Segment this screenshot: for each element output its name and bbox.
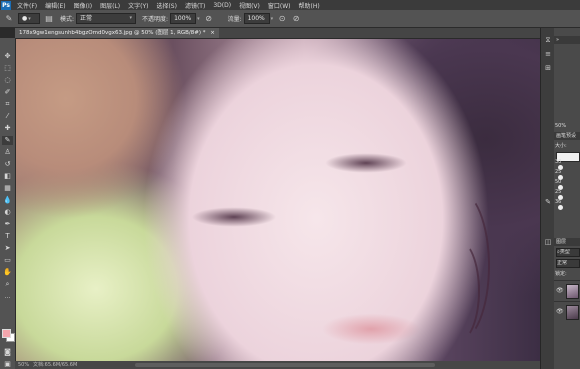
mode-label: 模式: (60, 16, 75, 23)
airbrush-icon[interactable]: ⊙ (277, 14, 287, 24)
layer-thumbnail (566, 284, 579, 299)
flow-label: 流量: (227, 16, 242, 23)
right-panels: » 50% 画笔预设 大小: 30 25 50 25 36 图层 ⌕类型 正常 … (554, 28, 580, 369)
navigator-header: » (554, 36, 580, 44)
properties-icon[interactable]: ≡ (543, 50, 553, 59)
panel-collapse-icon[interactable]: » (556, 36, 559, 44)
opacity-dropdown-icon[interactable]: ▾ (197, 16, 200, 22)
horizontal-scrollbar[interactable] (135, 363, 435, 367)
lock-label: 锁定: (555, 271, 567, 277)
hair-strand (436, 239, 480, 343)
menu-view[interactable]: 视图(V) (235, 1, 264, 10)
gradient-icon[interactable]: ▦ (2, 184, 13, 193)
type-icon[interactable]: T (2, 232, 13, 241)
swatches-icon[interactable]: ⊞ (543, 64, 553, 73)
menu-filter[interactable]: 滤镜(T) (181, 1, 209, 10)
panel-icon-strip: ⧖ ≡ ⊞ ✎ ◫ (540, 28, 555, 369)
opacity-input[interactable]: 100% (170, 13, 197, 24)
tools-panel: ✥ ⬚ ◌ ✐ ⌗ ⁄ ✚ ✎ ♙ ↺ ◧ ▦ 💧 ◐ ✒ T ➤ ▭ ✋ ⌕ … (0, 38, 16, 369)
flow-input[interactable]: 100% (243, 13, 270, 24)
layer-thumbnail (566, 305, 579, 320)
clone-stamp-icon[interactable]: ♙ (2, 148, 13, 157)
more-tools-icon[interactable]: ··· (2, 294, 13, 303)
menu-file[interactable]: 文件(F) (13, 1, 41, 10)
lasso-icon[interactable]: ◌ (2, 76, 13, 85)
navigator-zoom: 50% (555, 123, 567, 129)
shape-icon[interactable]: ▭ (2, 256, 13, 265)
opacity-label: 不透明度: (142, 16, 169, 23)
pen-icon[interactable]: ✒ (2, 220, 13, 229)
close-icon[interactable]: × (210, 30, 215, 36)
visibility-eye-icon[interactable]: 👁 (556, 308, 564, 315)
photoshop-logo: Ps (1, 0, 11, 10)
status-bar: 50% 文档:65.6M/65.6M (15, 361, 540, 369)
options-bar: ✎ ●▾ ▤ 模式: 正常 ▾ 不透明度: 100% ▾ ⊘ 流量: 100% ▾… (0, 10, 580, 28)
zoom-level[interactable]: 50% (18, 361, 29, 369)
mode-select[interactable]: 正常 ▾ (76, 13, 137, 24)
flow-dropdown-icon[interactable]: ▾ (271, 16, 274, 22)
brush-presets-header: 画笔预设 (554, 132, 580, 140)
document-tab-bar: 178x9gw1engsunhb4bgzOmd0vgx63.jpg @ 50% … (15, 28, 540, 39)
eyedropper-icon[interactable]: ⁄ (2, 112, 13, 121)
brush-size-label: 大小: (555, 143, 567, 149)
menu-help[interactable]: 帮助(H) (295, 1, 324, 10)
marquee-icon[interactable]: ⬚ (2, 64, 13, 73)
menu-image[interactable]: 图像(I) (70, 1, 96, 10)
move-icon[interactable]: ✥ (2, 52, 13, 61)
healing-icon[interactable]: ✚ (2, 124, 13, 133)
layer-kind-value: 类型 (559, 249, 570, 255)
menu-edit[interactable]: 编辑(E) (41, 1, 69, 10)
mode-value: 正常 (80, 15, 93, 22)
quick-select-icon[interactable]: ✐ (2, 88, 13, 97)
document-tab-title: 178x9gw1engsunhb4bgzOmd0vgx63.jpg @ 50% … (19, 30, 206, 36)
history-brush-icon[interactable]: ↺ (2, 160, 13, 169)
brush-size-value: 30 (555, 159, 562, 165)
brush-size-value: 50 (555, 179, 562, 185)
layers-header: 图层 (554, 238, 580, 246)
brush-size-value: 36 (555, 199, 562, 205)
brush-size-value: 25 (555, 189, 562, 195)
brush-size-picker[interactable]: ●▾ (18, 13, 40, 24)
document-size: 文档:65.6M/65.6M (33, 362, 78, 368)
menu-window[interactable]: 窗口(W) (264, 1, 295, 10)
path-select-icon[interactable]: ➤ (2, 244, 13, 253)
visibility-eye-icon[interactable]: 👁 (556, 287, 564, 294)
dodge-icon[interactable]: ◐ (2, 208, 13, 217)
brush-panel-toggle-icon[interactable]: ▤ (44, 14, 54, 24)
screen-mode-icon[interactable]: ▣ (2, 360, 13, 369)
brush-tool-preset-icon[interactable]: ✎ (4, 14, 14, 24)
crop-icon[interactable]: ⌗ (2, 100, 13, 109)
layers-tab[interactable]: 图层 (556, 238, 566, 246)
document-tab[interactable]: 178x9gw1engsunhb4bgzOmd0vgx63.jpg @ 50% … (15, 28, 219, 38)
quick-mask-icon[interactable]: ◙ (2, 348, 13, 357)
brush-size-value: 25 (555, 169, 562, 175)
pressure-size-icon[interactable]: ⊘ (291, 14, 301, 24)
blur-icon[interactable]: 💧 (2, 196, 13, 205)
hand-icon[interactable]: ✋ (2, 268, 13, 277)
menu-3d[interactable]: 3D(D) (209, 2, 235, 9)
layer-row[interactable]: 👁 (554, 280, 580, 301)
layers-icon[interactable]: ◫ (543, 238, 553, 247)
brush-settings-icon[interactable]: ✎ (543, 198, 553, 207)
menu-select[interactable]: 选择(S) (152, 1, 181, 10)
layer-row[interactable]: 👁 (554, 301, 580, 322)
history-icon[interactable]: ⧖ (543, 36, 553, 45)
zoom-icon[interactable]: ⌕ (2, 280, 13, 289)
brush-presets-tab[interactable]: 画笔预设 (556, 132, 576, 140)
eraser-icon[interactable]: ◧ (2, 172, 13, 181)
pressure-opacity-icon[interactable]: ⊘ (204, 14, 214, 24)
menu-bar: Ps 文件(F) 编辑(E) 图像(I) 图层(L) 文字(Y) 选择(S) 滤… (0, 0, 580, 10)
brush-icon[interactable]: ✎ (2, 136, 13, 145)
document-canvas[interactable] (16, 39, 540, 361)
layer-filter-select[interactable]: ⌕类型 (556, 248, 580, 257)
menu-layer[interactable]: 图层(L) (96, 1, 124, 10)
menu-type[interactable]: 文字(Y) (124, 1, 152, 10)
blend-mode-select[interactable]: 正常 (556, 259, 580, 268)
foreground-color-swatch[interactable] (2, 329, 11, 338)
